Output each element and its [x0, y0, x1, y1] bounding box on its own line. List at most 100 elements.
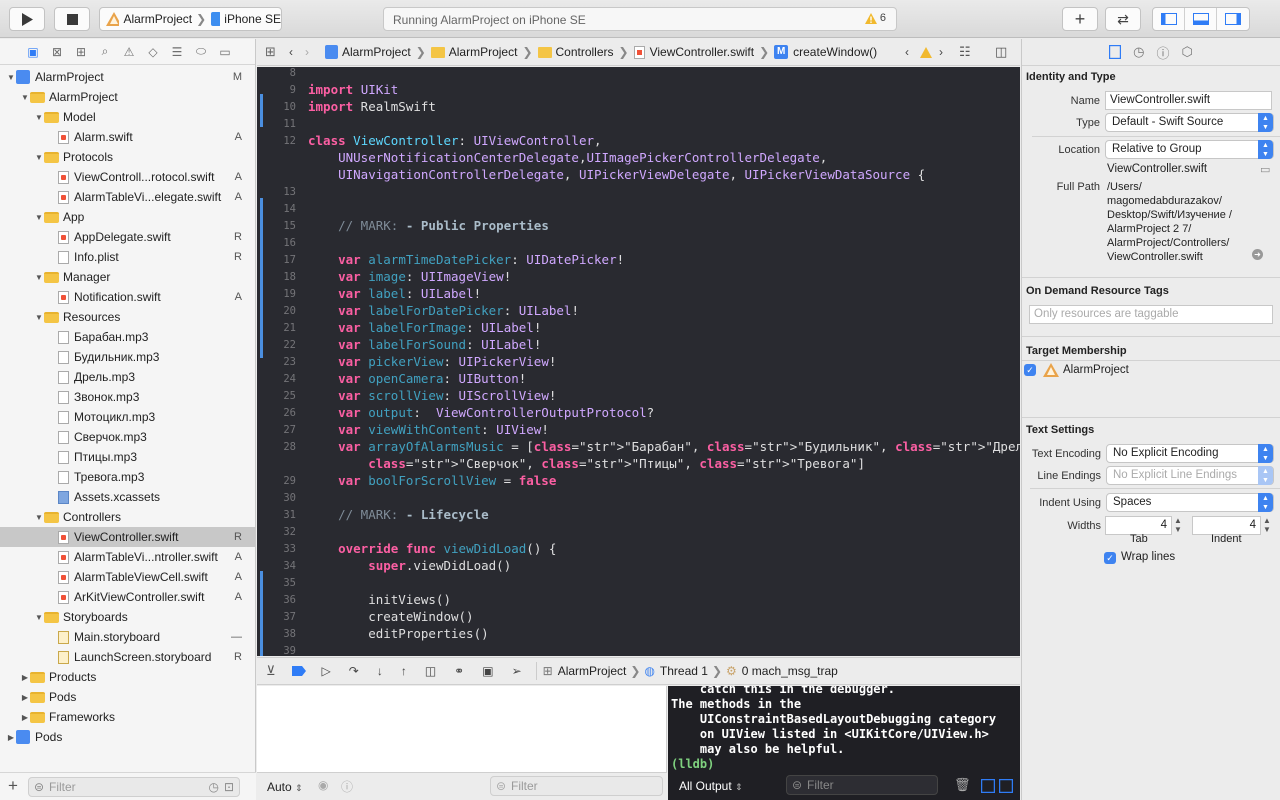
tree-file[interactable]: Тревога.mp3: [0, 467, 256, 487]
disclosure-closed-icon[interactable]: ▶: [20, 693, 30, 702]
warning-icon[interactable]: [920, 46, 932, 58]
trash-icon[interactable]: 🗑: [954, 777, 971, 793]
disclosure-open-icon[interactable]: ▼: [6, 73, 16, 82]
encoding-popup[interactable]: No Explicit Encoding ▲ ▼: [1106, 444, 1274, 463]
tree-group[interactable]: ▶ Pods: [0, 727, 256, 747]
source-editor[interactable]: 8 9 import UIKit 10 import RealmSwift 11 12 cla…: [257, 67, 1020, 656]
wrap-lines-checkbox[interactable]: ✓: [1104, 552, 1116, 564]
jumpbar-crumb-1[interactable]: AlarmProject: [449, 45, 518, 59]
toggle-inspector-button[interactable]: [1217, 8, 1249, 30]
indent-using-popup[interactable]: Spaces ▲ ▼: [1106, 493, 1274, 512]
location-popup[interactable]: Relative to Group ▲ ▼: [1105, 140, 1274, 159]
info-icon[interactable]: ⓘ: [341, 778, 353, 795]
add-icon[interactable]: +: [8, 776, 18, 796]
disclosure-open-icon[interactable]: ▼: [34, 213, 44, 222]
test-diamond-icon[interactable]: ◇: [144, 43, 162, 61]
forward-arrow-icon[interactable]: ›: [305, 45, 321, 59]
console-filter-input[interactable]: ⊜ Filter: [786, 775, 938, 795]
back-arrow-icon[interactable]: ‹: [289, 45, 305, 59]
output-selector[interactable]: All Output ⇕: [679, 779, 743, 793]
tree-group[interactable]: ▼ Storyboards: [0, 607, 256, 627]
debug-gauge-icon[interactable]: ☰: [168, 43, 186, 61]
tree-group[interactable]: ▼ Protocols: [0, 147, 256, 167]
disclosure-closed-icon[interactable]: ▶: [6, 733, 16, 742]
tree-group[interactable]: ▼ Resources: [0, 307, 256, 327]
tree-file[interactable]: AlarmTableVi...ntroller.swift A: [0, 547, 256, 567]
history-clock-icon[interactable]: ◷: [1133, 44, 1144, 60]
hide-debug-icon[interactable]: ⊻: [266, 663, 276, 679]
tree-file[interactable]: AppDelegate.swift R: [0, 227, 256, 247]
debug-crumb-thread[interactable]: Thread 1: [660, 664, 708, 678]
name-field[interactable]: ViewController.swift: [1105, 91, 1272, 110]
reveal-folder-icon[interactable]: ▭: [1260, 163, 1270, 176]
add-editor-icon[interactable]: ◫: [995, 44, 1007, 60]
tree-group[interactable]: ▼ Controllers: [0, 507, 256, 527]
tree-file[interactable]: AlarmTableVi...elegate.swift A: [0, 187, 256, 207]
disclosure-closed-icon[interactable]: ▶: [20, 673, 30, 682]
warnings-indicator[interactable]: 6: [864, 12, 886, 24]
jumpbar-crumb-3[interactable]: ViewController.swift: [650, 45, 754, 59]
tree-group[interactable]: ▶ Pods: [0, 687, 256, 707]
tree-file[interactable]: ArKitViewController.swift A: [0, 587, 256, 607]
memory-graph-icon[interactable]: ⚭: [454, 664, 464, 678]
prev-issue-icon[interactable]: ‹: [905, 45, 909, 59]
tree-group[interactable]: ▼ App: [0, 207, 256, 227]
disclosure-open-icon[interactable]: ▼: [34, 153, 44, 162]
tree-group[interactable]: ▼ Manager: [0, 267, 256, 287]
tree-group[interactable]: ▼ AlarmProject: [0, 87, 256, 107]
environment-overrides-icon[interactable]: ▣: [482, 664, 493, 678]
tree-group[interactable]: ▶ Frameworks: [0, 707, 256, 727]
shield-icon[interactable]: ⬡: [1182, 44, 1193, 60]
help-icon[interactable]: ⓘ: [1156, 43, 1169, 62]
tree-file[interactable]: Птицы.mp3: [0, 447, 256, 467]
scheme-selector[interactable]: AlarmProject ❯ iPhone SE: [99, 7, 282, 31]
tree-group[interactable]: ▼ Model: [0, 107, 256, 127]
tree-file[interactable]: Звонок.mp3: [0, 387, 256, 407]
editor-options-icon[interactable]: ☷: [959, 44, 971, 60]
breakpoints-toggle-icon[interactable]: [291, 666, 306, 676]
target-checkbox[interactable]: ✓: [1024, 364, 1036, 376]
step-out-icon[interactable]: ↑: [401, 664, 407, 678]
disclosure-open-icon[interactable]: ▼: [20, 93, 30, 102]
disclosure-open-icon[interactable]: ▼: [34, 273, 44, 282]
disclosure-closed-icon[interactable]: ▶: [20, 713, 30, 722]
symbol-icon[interactable]: ⊞: [72, 43, 90, 61]
tree-file[interactable]: AlarmTableViewCell.swift A: [0, 567, 256, 587]
library-button[interactable]: +: [1062, 7, 1098, 31]
file-icon[interactable]: [1109, 45, 1122, 59]
tree-file[interactable]: Барабан.mp3: [0, 327, 256, 347]
jumpbar-crumb-2[interactable]: Controllers: [556, 45, 614, 59]
tree-file[interactable]: ViewController.swift R: [0, 527, 256, 547]
recent-files-icon[interactable]: ◷: [209, 778, 219, 796]
toggle-navigator-button[interactable]: [1153, 8, 1185, 30]
auto-selector[interactable]: Auto ⇕: [267, 780, 303, 794]
console-output[interactable]: catch this in the debugger. The methods i…: [668, 686, 1020, 772]
find-icon[interactable]: ⌕: [96, 43, 114, 61]
tree-file[interactable]: Дрель.mp3: [0, 367, 256, 387]
view-debugger-icon[interactable]: ◫: [425, 664, 436, 678]
variables-view[interactable]: [257, 686, 667, 772]
split-left-icon[interactable]: [981, 779, 995, 793]
tree-file[interactable]: Main.storyboard —: [0, 627, 256, 647]
tree-file[interactable]: Assets.xcassets: [0, 487, 256, 507]
tree-file[interactable]: Мотоцикл.mp3: [0, 407, 256, 427]
debug-crumb-project[interactable]: AlarmProject: [558, 664, 627, 678]
issue-warning-icon[interactable]: ⚠: [120, 43, 138, 61]
toggle-debug-button[interactable]: [1185, 8, 1217, 30]
tree-group[interactable]: ▶ Products: [0, 667, 256, 687]
next-issue-icon[interactable]: ›: [939, 45, 943, 59]
tree-file[interactable]: Будильник.mp3: [0, 347, 256, 367]
related-items-icon[interactable]: ⊞: [265, 44, 283, 60]
tab-stepper-icon[interactable]: ▲ ▼: [1174, 516, 1182, 534]
eye-icon[interactable]: ◉: [318, 778, 328, 792]
run-button[interactable]: [9, 7, 45, 31]
tree-group[interactable]: ▼ AlarmProject M: [0, 67, 256, 87]
step-over-icon[interactable]: ↷: [349, 664, 359, 678]
tree-file[interactable]: Alarm.swift A: [0, 127, 256, 147]
tree-file[interactable]: ViewControll...rotocol.swift A: [0, 167, 256, 187]
jumpbar-crumb-4[interactable]: createWindow(): [793, 45, 877, 59]
disclosure-open-icon[interactable]: ▼: [34, 113, 44, 122]
navigator-filter-input[interactable]: ⊜ Filter ◷ ⊡: [28, 777, 240, 797]
disclosure-open-icon[interactable]: ▼: [34, 513, 44, 522]
disclosure-open-icon[interactable]: ▼: [34, 313, 44, 322]
